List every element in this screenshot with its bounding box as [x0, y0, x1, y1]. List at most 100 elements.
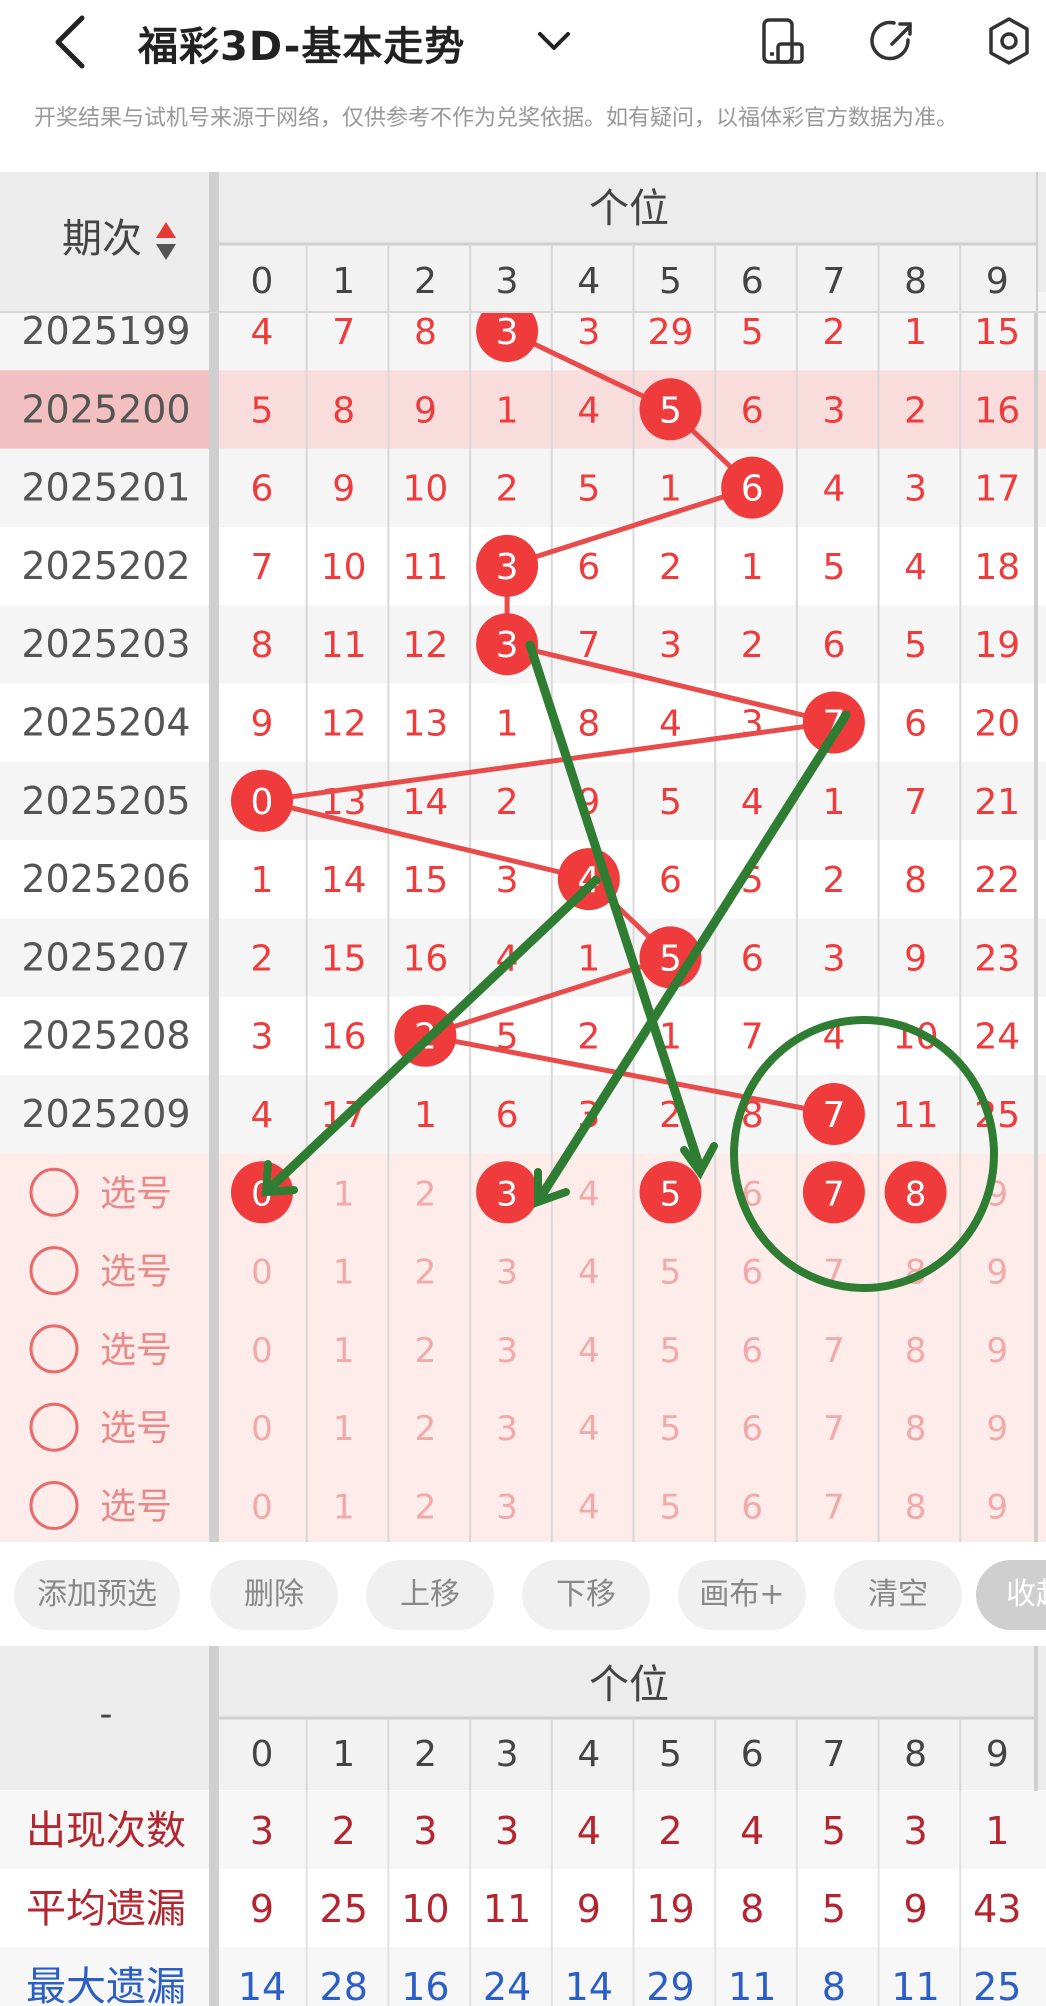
period-header: 期次	[62, 216, 142, 262]
miss-count: 6	[659, 860, 682, 901]
toolbar-button[interactable]: 画布+	[678, 1560, 806, 1630]
miss-count: 1	[251, 860, 274, 901]
stats-value: 10	[401, 1887, 449, 1931]
stats-value: 19	[646, 1887, 694, 1931]
pick-digit[interactable]: 9	[986, 1488, 1008, 1528]
stats-value: 14	[238, 1965, 286, 2006]
miss-count: 9	[251, 704, 274, 745]
stats-value: 28	[320, 1965, 368, 2006]
pick-digit[interactable]: 2	[415, 1488, 437, 1528]
stats-group-header: 个位	[589, 1662, 669, 1708]
pick-digit[interactable]: 4	[578, 1409, 600, 1449]
miss-count: 7	[741, 1017, 764, 1058]
pick-digit[interactable]: 8	[905, 1331, 927, 1371]
pick-digit[interactable]: 0	[251, 1409, 273, 1449]
pick-digit[interactable]: 5	[660, 1488, 682, 1528]
pick-digit[interactable]: 3	[496, 1488, 518, 1528]
stats-digit-header: 5	[659, 1734, 682, 1775]
stats-value: 4	[577, 1809, 601, 1853]
pick-digit[interactable]: 1	[333, 1174, 355, 1214]
stats-digit-header: 0	[251, 1734, 274, 1775]
miss-count: 2	[496, 469, 519, 510]
toolbar-button[interactable]: 收起	[976, 1560, 1046, 1630]
stats-value: 9	[577, 1887, 601, 1931]
pick-digit[interactable]: 1	[333, 1331, 355, 1371]
pick-digit[interactable]: 4	[578, 1253, 600, 1293]
miss-count: 1	[741, 547, 764, 588]
hit-number: 7	[822, 1095, 845, 1136]
toolbar-button[interactable]: 添加预选	[14, 1560, 180, 1630]
pick-digit[interactable]: 8	[905, 1488, 927, 1528]
pick-digit[interactable]: 1	[333, 1488, 355, 1528]
hit-number: 5	[659, 390, 682, 431]
miss-count: 17	[974, 469, 1020, 510]
period-label: 2025203	[21, 622, 190, 666]
pick-digit[interactable]: 2	[415, 1174, 437, 1214]
pick-digit[interactable]: 4	[578, 1331, 600, 1371]
miss-count: 16	[974, 390, 1020, 431]
pick-digit[interactable]: 0	[251, 1331, 273, 1371]
stats-value: 9	[904, 1887, 928, 1931]
miss-count: 5	[251, 390, 274, 431]
miss-count: 1	[659, 469, 682, 510]
pick-digit[interactable]: 5	[660, 1253, 682, 1293]
toolbar-button[interactable]: 上移	[366, 1560, 494, 1630]
pick-digit[interactable]: 6	[741, 1409, 763, 1449]
pick-digit[interactable]: 3	[496, 1174, 518, 1214]
pick-digit[interactable]: 3	[496, 1409, 518, 1449]
miss-count: 7	[332, 312, 355, 353]
pick-digit[interactable]: 6	[741, 1488, 763, 1528]
pick-digit[interactable]: 3	[496, 1253, 518, 1293]
miss-count: 1	[577, 938, 600, 979]
stats-value: 24	[483, 1965, 531, 2006]
miss-count: 22	[974, 860, 1020, 901]
stats-value: 1	[985, 1809, 1009, 1853]
pick-digit[interactable]: 1	[333, 1409, 355, 1449]
pick-digit[interactable]: 0	[251, 1253, 273, 1293]
period-label: 2025209	[21, 1092, 190, 1136]
pick-label: 选号	[100, 1330, 172, 1371]
pick-digit[interactable]: 9	[986, 1331, 1008, 1371]
pick-digit[interactable]: 7	[823, 1409, 845, 1449]
pick-digit[interactable]: 8	[905, 1409, 927, 1449]
miss-count: 10	[321, 547, 367, 588]
stats-corner: -	[100, 1694, 113, 1735]
pick-digit[interactable]: 2	[415, 1409, 437, 1449]
pick-digit[interactable]: 8	[905, 1174, 927, 1214]
stats-value: 5	[822, 1809, 846, 1853]
pick-digit[interactable]: 7	[823, 1331, 845, 1371]
digit-header: 7	[822, 261, 845, 302]
hit-number: 3	[496, 312, 519, 353]
stats-digit-header: 8	[904, 1734, 927, 1775]
period-label: 2025207	[21, 935, 190, 979]
pick-digit[interactable]: 6	[741, 1331, 763, 1371]
pick-digit[interactable]: 9	[986, 1409, 1008, 1449]
pick-digit[interactable]: 5	[660, 1174, 682, 1214]
toolbar-button[interactable]: 下移	[522, 1560, 650, 1630]
pick-digit[interactable]: 7	[823, 1488, 845, 1528]
pick-digit[interactable]: 7	[823, 1174, 845, 1214]
miss-count: 8	[904, 860, 927, 901]
pick-digit[interactable]: 9	[986, 1253, 1008, 1293]
stats-value: 14	[565, 1965, 613, 2006]
pick-digit[interactable]: 4	[578, 1174, 600, 1214]
stats-digit-header: 4	[577, 1734, 600, 1775]
pick-digit[interactable]: 2	[415, 1331, 437, 1371]
miss-count: 5	[659, 782, 682, 823]
stats-value: 25	[973, 1965, 1021, 2006]
miss-count: 8	[414, 312, 437, 353]
pick-digit[interactable]: 5	[660, 1409, 682, 1449]
toolbar-button[interactable]: 删除	[210, 1560, 338, 1630]
pick-digit[interactable]: 1	[333, 1253, 355, 1293]
pick-digit[interactable]: 4	[578, 1488, 600, 1528]
toolbar-button[interactable]: 清空	[834, 1560, 962, 1630]
miss-count: 11	[321, 625, 367, 666]
pick-digit[interactable]: 0	[251, 1488, 273, 1528]
pick-digit[interactable]: 6	[741, 1253, 763, 1293]
miss-count: 6	[496, 1095, 519, 1136]
pick-digit[interactable]: 3	[496, 1331, 518, 1371]
pick-digit[interactable]: 2	[415, 1253, 437, 1293]
miss-count: 4	[741, 782, 764, 823]
miss-count: 3	[822, 390, 845, 431]
pick-digit[interactable]: 5	[660, 1331, 682, 1371]
